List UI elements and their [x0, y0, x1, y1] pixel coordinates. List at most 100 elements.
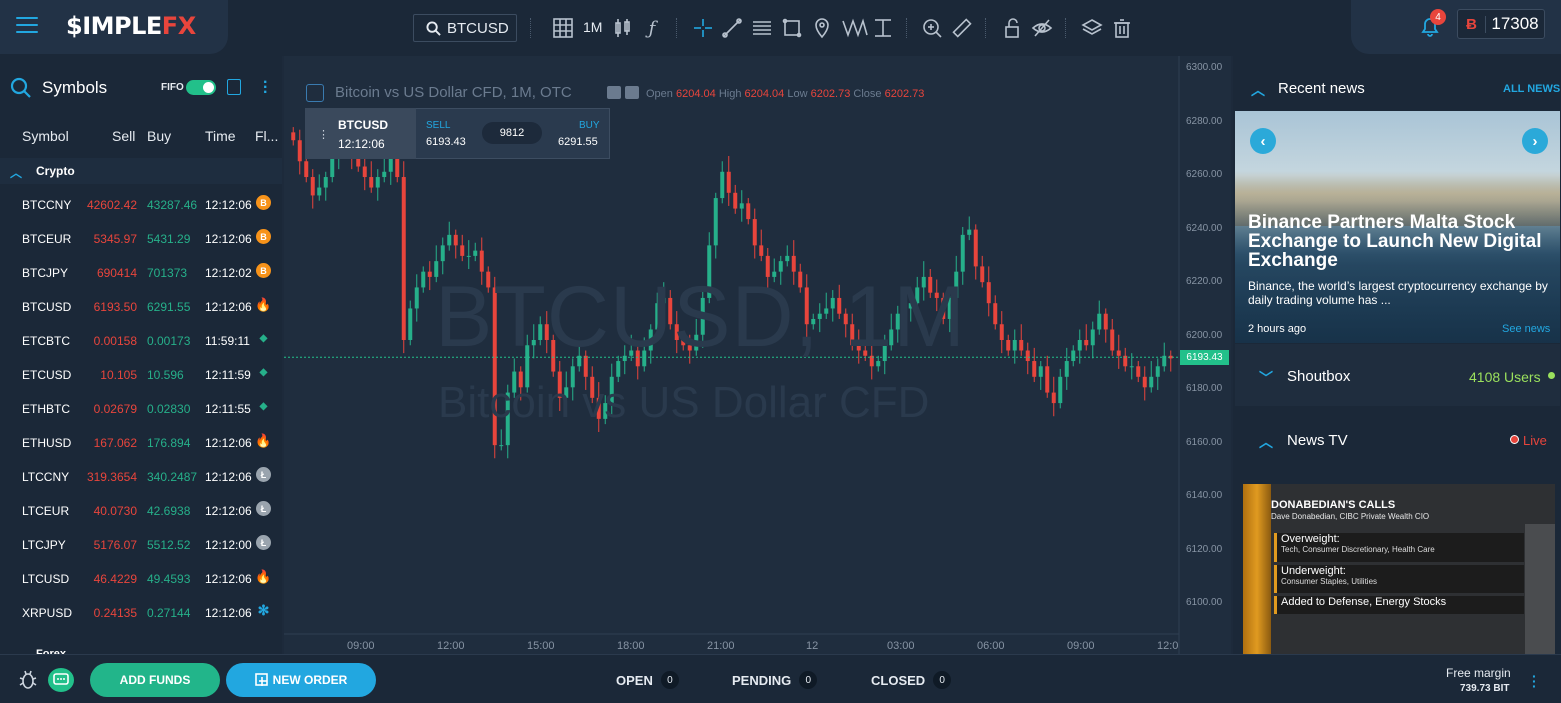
symbol-search[interactable]: BTCUSD — [413, 14, 517, 42]
more-options-icon[interactable]: ⋮ — [318, 128, 329, 141]
pattern-icon[interactable] — [840, 16, 870, 40]
eye-off-icon[interactable] — [1030, 16, 1054, 40]
zoom-in-icon[interactable] — [920, 16, 944, 40]
lock-icon[interactable] — [1000, 16, 1024, 40]
sell-price[interactable]: 10.105 — [100, 368, 137, 382]
sell-button[interactable]: SELL — [426, 120, 450, 131]
candles-icon[interactable] — [611, 16, 635, 40]
sell-price[interactable]: 0.02679 — [94, 402, 137, 416]
more-options-icon[interactable]: · · · — [263, 75, 268, 101]
buy-price[interactable]: 701373 — [147, 266, 187, 280]
sell-price[interactable]: 0.24135 — [94, 606, 137, 620]
account-balance[interactable]: Ƀ 17308 — [1457, 9, 1545, 39]
fifo-toggle[interactable] — [186, 80, 216, 95]
trash-icon[interactable] — [1110, 16, 1134, 40]
chat-icon[interactable] — [48, 668, 74, 692]
measure-icon[interactable] — [871, 16, 895, 40]
sell-price[interactable]: 6193.50 — [94, 300, 137, 314]
settings-icon[interactable] — [625, 86, 639, 99]
candle-body — [421, 271, 426, 288]
candle-body — [993, 303, 998, 325]
calculator-icon[interactable] — [227, 79, 241, 95]
buy-price[interactable]: 176.894 — [147, 436, 190, 450]
symbol-row[interactable]: LTCUSD 46.4229 49.4593 12:12:06 🔥 — [0, 562, 282, 596]
chevron-up-icon[interactable]: ︿ — [1259, 432, 1273, 452]
column-buy[interactable]: Buy — [147, 128, 171, 144]
column-time[interactable]: Time — [205, 128, 236, 144]
sell-price[interactable]: 0.00158 — [94, 334, 137, 348]
logo[interactable]: $IMPLEFX — [66, 12, 196, 40]
add-funds-button[interactable]: ADD FUNDS — [90, 663, 220, 697]
crosshair-icon[interactable] — [691, 16, 715, 40]
symbol-row[interactable]: ETHUSD 167.062 176.894 12:12:06 🔥 — [0, 426, 282, 460]
trendline-icon[interactable] — [720, 16, 744, 40]
symbol-row[interactable]: LTCCNY 319.3654 340.2487 12:12:06 Ł — [0, 460, 282, 494]
sell-price[interactable]: 5345.97 — [94, 232, 137, 246]
symbol-row[interactable]: BTCEUR 5345.97 5431.29 12:12:06 B — [0, 222, 282, 256]
buy-price[interactable]: 0.27144 — [147, 606, 190, 620]
fib-icon[interactable] — [750, 16, 774, 40]
sell-price[interactable]: 167.062 — [94, 436, 137, 450]
prev-arrow-icon[interactable]: ‹ — [1250, 128, 1276, 154]
buy-price[interactable]: 10.596 — [147, 368, 184, 382]
symbol-row[interactable]: BTCUSD 6193.50 6291.55 12:12:06 🔥 — [0, 290, 282, 324]
buy-price[interactable]: 0.00173 — [147, 334, 190, 348]
pin-icon[interactable] — [810, 16, 834, 40]
tab-pending[interactable]: PENDING 0 — [732, 671, 818, 689]
more-options-icon[interactable]: · · · — [1532, 669, 1537, 693]
camera-icon[interactable] — [607, 86, 621, 99]
tab-closed[interactable]: CLOSED 0 — [871, 671, 952, 689]
sell-price[interactable]: 46.4229 — [94, 572, 137, 586]
buy-button[interactable]: BUY — [579, 120, 600, 131]
buy-price[interactable]: 340.2487 — [147, 470, 197, 484]
buy-price[interactable]: 5431.29 — [147, 232, 190, 246]
chart-type-icon[interactable] — [306, 84, 324, 102]
buy-price[interactable]: 5512.52 — [147, 538, 190, 552]
symbol-row[interactable]: BTCCNY 42602.42 43287.46 12:12:06 B — [0, 188, 282, 222]
new-order-button[interactable]: NEW ORDER — [226, 663, 376, 697]
function-icon[interactable]: ƒ — [640, 16, 664, 40]
column-sell[interactable]: Sell — [112, 128, 135, 144]
sell-price[interactable]: 690414 — [97, 266, 137, 280]
symbol-row[interactable]: ETCUSD 10.105 10.596 12:11:59 ◆ — [0, 358, 282, 392]
tab-open[interactable]: OPEN 0 — [616, 671, 679, 689]
toolbar-separator — [1065, 18, 1066, 38]
chevron-up-icon[interactable]: ︿ — [1251, 80, 1265, 100]
candle-body — [408, 308, 413, 340]
symbol-row[interactable]: LTCJPY 5176.07 5512.52 12:12:00 Ł — [0, 528, 282, 562]
buy-price[interactable]: 43287.46 — [147, 198, 197, 212]
next-arrow-icon[interactable]: › — [1522, 128, 1548, 154]
symbol-row[interactable]: BTCJPY 690414 701373 12:12:02 B — [0, 256, 282, 290]
sell-price[interactable]: 6193.43 — [426, 136, 466, 148]
symbol-row[interactable]: ETHBTC 0.02679 0.02830 12:11:55 ◆ — [0, 392, 282, 426]
symbol-row[interactable]: ETCBTC 0.00158 0.00173 11:59:11 ◆ — [0, 324, 282, 358]
new-order-icon — [254, 673, 268, 686]
sell-price[interactable]: 5176.07 — [94, 538, 137, 552]
buy-price[interactable]: 0.02830 — [147, 402, 190, 416]
sell-price[interactable]: 319.3654 — [87, 470, 137, 484]
bug-icon[interactable] — [17, 668, 39, 690]
news-headline[interactable]: Binance Partners Malta Stock Exchange to… — [1248, 213, 1548, 270]
column-symbol[interactable]: Symbol — [22, 128, 69, 144]
symbol-row[interactable]: XRPUSD 0.24135 0.27144 12:12:06 ✻ — [0, 596, 282, 630]
rectangle-icon[interactable] — [780, 16, 804, 40]
menu-icon[interactable] — [16, 17, 38, 35]
see-news-link[interactable]: See news — [1502, 323, 1550, 335]
candle-body — [447, 234, 452, 246]
buy-price[interactable]: 42.6938 — [147, 504, 190, 518]
buy-price[interactable]: 6291.55 — [558, 136, 598, 148]
buy-price[interactable]: 49.4593 — [147, 572, 190, 586]
ruler-icon[interactable] — [950, 16, 974, 40]
sell-price[interactable]: 42602.42 — [87, 198, 137, 212]
layers-icon[interactable] — [1080, 16, 1104, 40]
buy-price[interactable]: 6291.55 — [147, 300, 190, 314]
timeframe-button[interactable]: 1M — [583, 19, 602, 35]
column-flag[interactable]: Fl... — [255, 128, 278, 144]
search-icon[interactable] — [10, 77, 32, 99]
candle-body — [785, 255, 790, 262]
symbol-row[interactable]: LTCEUR 40.0730 42.6938 12:12:06 Ł — [0, 494, 282, 528]
chevron-down-icon[interactable]: ﹀ — [1259, 368, 1273, 388]
all-news-link[interactable]: ALL NEWS — [1503, 83, 1560, 95]
grid-icon[interactable] — [551, 16, 575, 40]
sell-price[interactable]: 40.0730 — [94, 504, 137, 518]
